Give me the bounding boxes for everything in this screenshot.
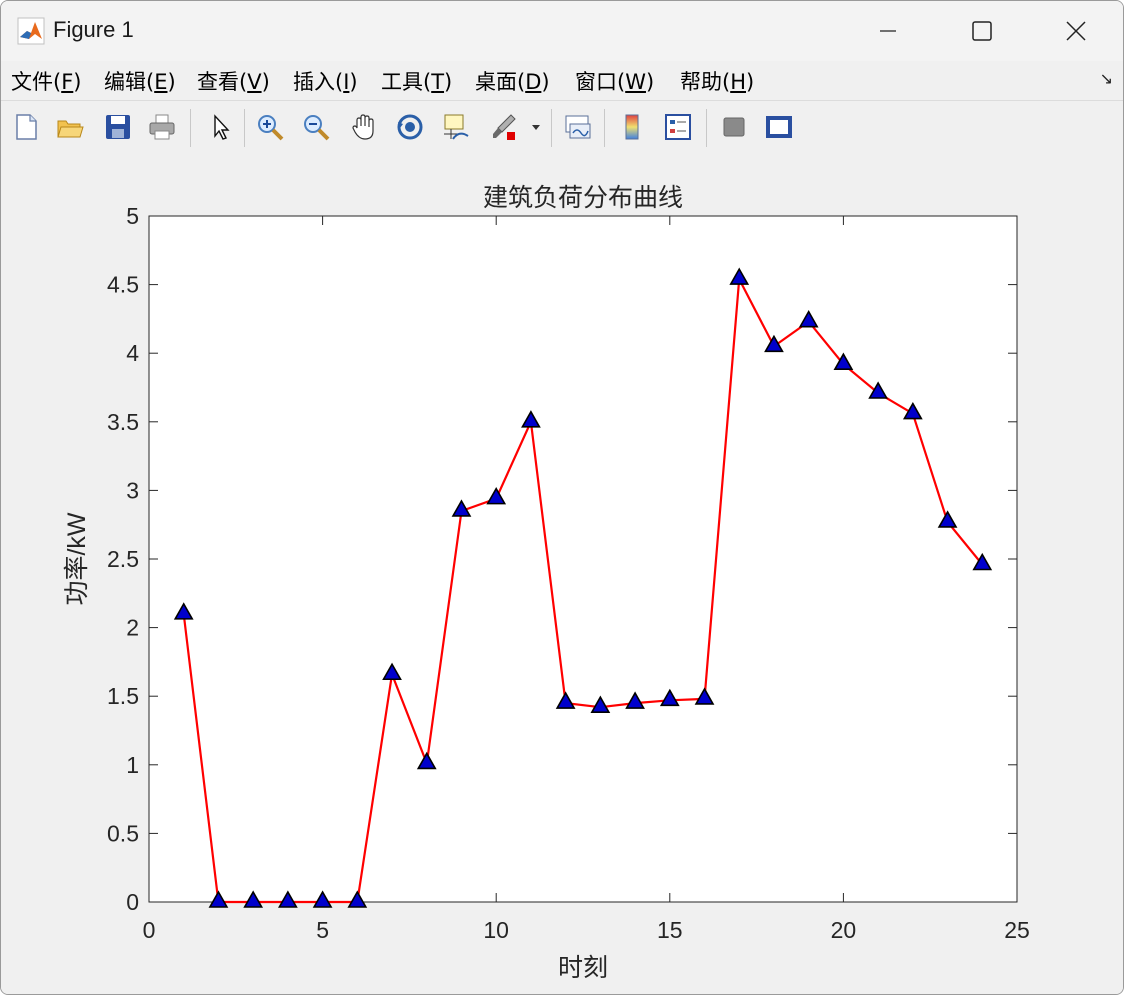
- y-tick-label: 0: [126, 889, 139, 915]
- chart-title: 建筑负荷分布曲线: [483, 184, 683, 212]
- pan-button[interactable]: [347, 109, 381, 145]
- menu-window[interactable]: 窗口(W): [575, 66, 654, 96]
- matlab-logo-icon: [17, 17, 45, 45]
- show-plot-tools-button[interactable]: [761, 109, 795, 145]
- y-tick-label: 3.5: [107, 409, 139, 435]
- y-tick-label: 1.5: [107, 683, 139, 709]
- show-plot-tools-icon: [766, 116, 792, 138]
- x-tick-label: 20: [831, 917, 857, 943]
- open-file-button[interactable]: [53, 109, 87, 145]
- data-cursor-icon: [444, 114, 469, 140]
- minimize-icon: [880, 30, 896, 32]
- axes-box: [148, 215, 1018, 903]
- dock-arrow-icon[interactable]: ↘: [1100, 69, 1113, 88]
- brush-icon: [493, 114, 516, 140]
- window-title: Figure 1: [53, 17, 134, 42]
- brush-dropdown-button[interactable]: [527, 109, 545, 145]
- data-cursor-button[interactable]: [439, 109, 473, 145]
- maximize-button[interactable]: [935, 1, 1029, 61]
- zoom-in-icon: [258, 115, 284, 141]
- pan-hand-icon: [352, 114, 374, 140]
- link-plot-button[interactable]: [561, 109, 595, 145]
- colorbar-button[interactable]: [615, 109, 649, 145]
- rotate-3d-button[interactable]: [393, 109, 427, 145]
- y-tick-label: 5: [126, 203, 139, 229]
- save-icon: [106, 115, 130, 139]
- menu-help[interactable]: 帮助(H): [680, 66, 754, 96]
- new-figure-button[interactable]: [9, 109, 43, 145]
- y-tick-label: 4: [126, 340, 139, 366]
- toolbar-separator: [604, 109, 605, 147]
- menu-desktop[interactable]: 桌面(D): [475, 66, 550, 96]
- title-bar: Figure 1: [1, 1, 1123, 61]
- new-figure-icon: [16, 114, 37, 140]
- y-tick-label: 2.5: [107, 546, 139, 572]
- zoom-out-button[interactable]: [299, 109, 333, 145]
- chevron-down-icon: [532, 125, 540, 130]
- maximize-icon: [972, 21, 992, 41]
- legend-button[interactable]: [661, 109, 695, 145]
- x-tick-label: 0: [143, 917, 156, 943]
- chart-svg: 0 5 10 15 20 25 0 0.5 1 1.5 2 2.5 3 3.5 4 4.5 5 建筑负荷分布曲线…: [63, 184, 1030, 982]
- save-button[interactable]: [101, 109, 135, 145]
- hide-plot-tools-icon: [723, 117, 745, 137]
- menu-view[interactable]: 查看(V): [197, 66, 270, 96]
- menu-tools[interactable]: 工具(T): [381, 66, 452, 96]
- zoom-out-icon: [304, 115, 330, 141]
- print-icon: [149, 114, 175, 140]
- figure-window: Figure 1 文件(F) 编辑(E) 查看(V) 插入(I) 工具(T) 桌…: [0, 0, 1124, 995]
- close-icon: [1066, 21, 1086, 41]
- x-tick-label: 15: [657, 917, 683, 943]
- x-tick-label: 10: [483, 917, 509, 943]
- open-file-icon: [57, 120, 84, 138]
- figure-toolbar: [1, 100, 1123, 154]
- toolbar-separator: [706, 109, 707, 147]
- menu-edit[interactable]: 编辑(E): [104, 66, 176, 96]
- hide-plot-tools-button[interactable]: [717, 109, 751, 145]
- menu-file[interactable]: 文件(F): [11, 66, 82, 96]
- link-plot-icon: [565, 115, 591, 139]
- print-button[interactable]: [145, 109, 179, 145]
- close-button[interactable]: [1029, 1, 1123, 61]
- menu-bar: 文件(F) 编辑(E) 查看(V) 插入(I) 工具(T) 桌面(D) 窗口(W…: [1, 61, 1123, 99]
- toolbar-separator: [190, 109, 191, 147]
- pointer-button[interactable]: [203, 109, 237, 145]
- x-tick-label: 5: [316, 917, 329, 943]
- x-axis-label: 时刻: [558, 954, 608, 982]
- zoom-in-button[interactable]: [253, 109, 287, 145]
- minimize-button[interactable]: [841, 1, 935, 61]
- toolbar-separator: [244, 109, 245, 147]
- y-tick-label: 1: [126, 752, 139, 778]
- colorbar-icon: [625, 114, 639, 140]
- legend-icon: [665, 114, 691, 140]
- x-tick-label: 25: [1004, 917, 1030, 943]
- y-tick-label: 4.5: [107, 272, 139, 298]
- brush-button[interactable]: [487, 109, 521, 145]
- toolbar-separator: [551, 109, 552, 147]
- figure-canvas: 0 5 10 15 20 25 0 0.5 1 1.5 2 2.5 3 3.5 4 4.5 5 建筑负荷分布曲线…: [1, 153, 1123, 994]
- y-tick-label: 3: [126, 477, 139, 503]
- pointer-icon: [214, 114, 230, 140]
- y-tick-label: 2: [126, 615, 139, 641]
- y-axis-label: 功率/kW: [63, 512, 91, 605]
- rotate-3d-icon: [397, 114, 423, 140]
- menu-insert[interactable]: 插入(I): [293, 66, 358, 96]
- y-tick-label: 0.5: [107, 820, 139, 846]
